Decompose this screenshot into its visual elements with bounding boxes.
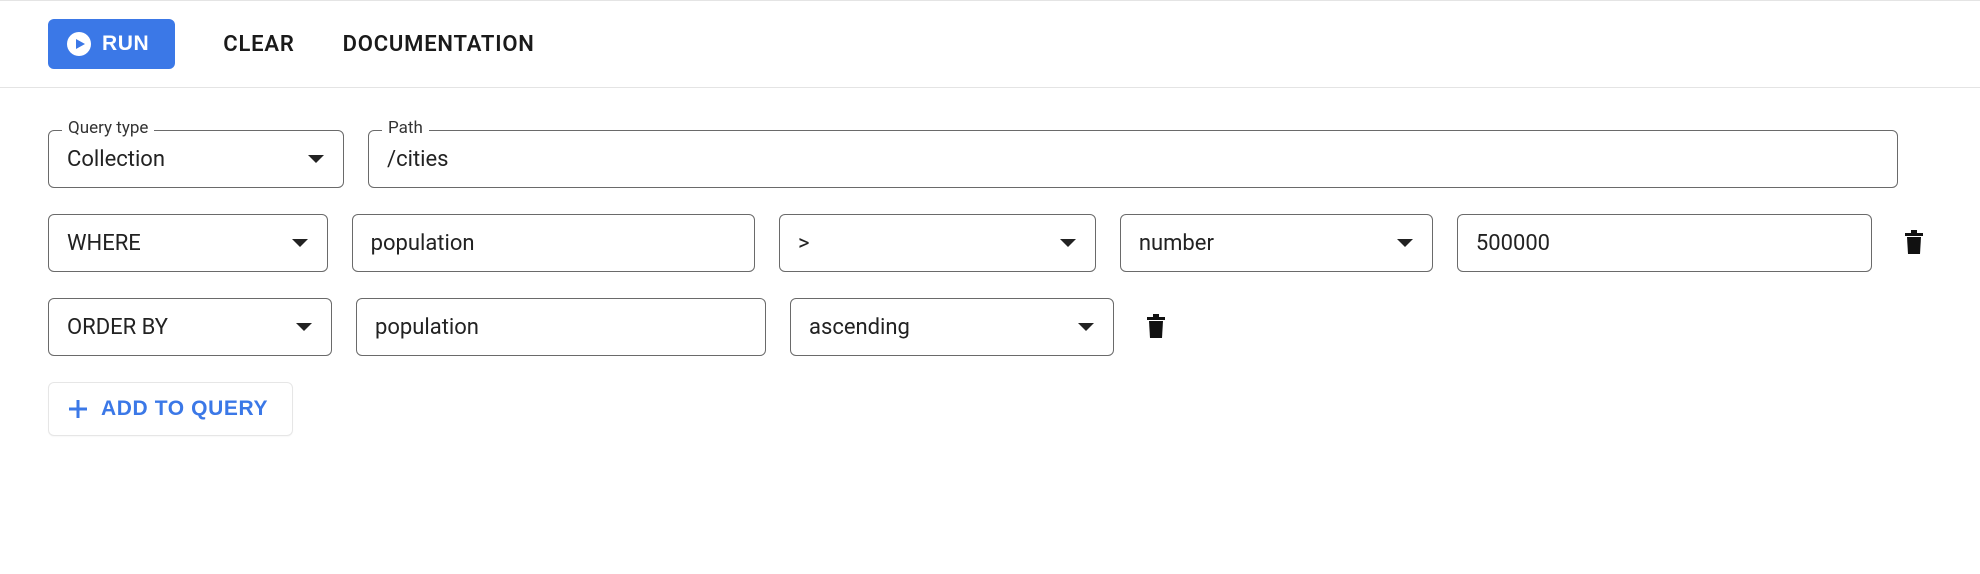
- orderby-field-input[interactable]: [375, 299, 747, 355]
- run-button-label: RUN: [102, 32, 149, 56]
- where-operator-select[interactable]: >: [779, 214, 1096, 272]
- trash-icon: [1902, 228, 1926, 259]
- where-value-input-wrapper: [1457, 214, 1872, 272]
- where-type-select[interactable]: number: [1120, 214, 1433, 272]
- chevron-down-icon: [1059, 237, 1077, 249]
- query-type-label: Query type: [62, 118, 154, 138]
- query-type-select[interactable]: Collection: [48, 130, 344, 188]
- path-input-wrapper: [368, 130, 1898, 188]
- orderby-direction-value: ascending: [809, 315, 910, 340]
- delete-where-button[interactable]: [1896, 222, 1932, 265]
- where-value-input[interactable]: [1476, 215, 1853, 271]
- where-clause-value: WHERE: [67, 231, 141, 256]
- orderby-clause-value: ORDER BY: [67, 315, 168, 340]
- chevron-down-icon: [295, 321, 313, 333]
- toolbar: RUN CLEAR DOCUMENTATION: [0, 0, 1980, 88]
- chevron-down-icon: [291, 237, 309, 249]
- trash-icon: [1144, 312, 1168, 343]
- orderby-direction-select[interactable]: ascending: [790, 298, 1114, 356]
- where-field-input[interactable]: [371, 215, 736, 271]
- query-type-value: Collection: [67, 147, 165, 172]
- path-label: Path: [382, 118, 429, 138]
- add-to-query-button[interactable]: ADD TO QUERY: [48, 382, 293, 436]
- clear-button[interactable]: CLEAR: [223, 32, 294, 57]
- run-button[interactable]: RUN: [48, 19, 175, 69]
- where-operator-value: >: [798, 231, 810, 256]
- add-to-query-label: ADD TO QUERY: [101, 397, 268, 421]
- path-input[interactable]: [387, 131, 1879, 187]
- query-builder: Query type Collection Path WHERE: [0, 88, 1980, 476]
- where-type-value: number: [1139, 231, 1214, 256]
- play-circle-icon: [66, 31, 92, 57]
- chevron-down-icon: [1077, 321, 1095, 333]
- documentation-link[interactable]: DOCUMENTATION: [343, 32, 535, 57]
- orderby-field-input-wrapper: [356, 298, 766, 356]
- where-field-input-wrapper: [352, 214, 755, 272]
- delete-orderby-button[interactable]: [1138, 306, 1174, 349]
- chevron-down-icon: [307, 153, 325, 165]
- plus-icon: [67, 398, 89, 420]
- chevron-down-icon: [1396, 237, 1414, 249]
- where-clause-select[interactable]: WHERE: [48, 214, 328, 272]
- orderby-clause-select[interactable]: ORDER BY: [48, 298, 332, 356]
